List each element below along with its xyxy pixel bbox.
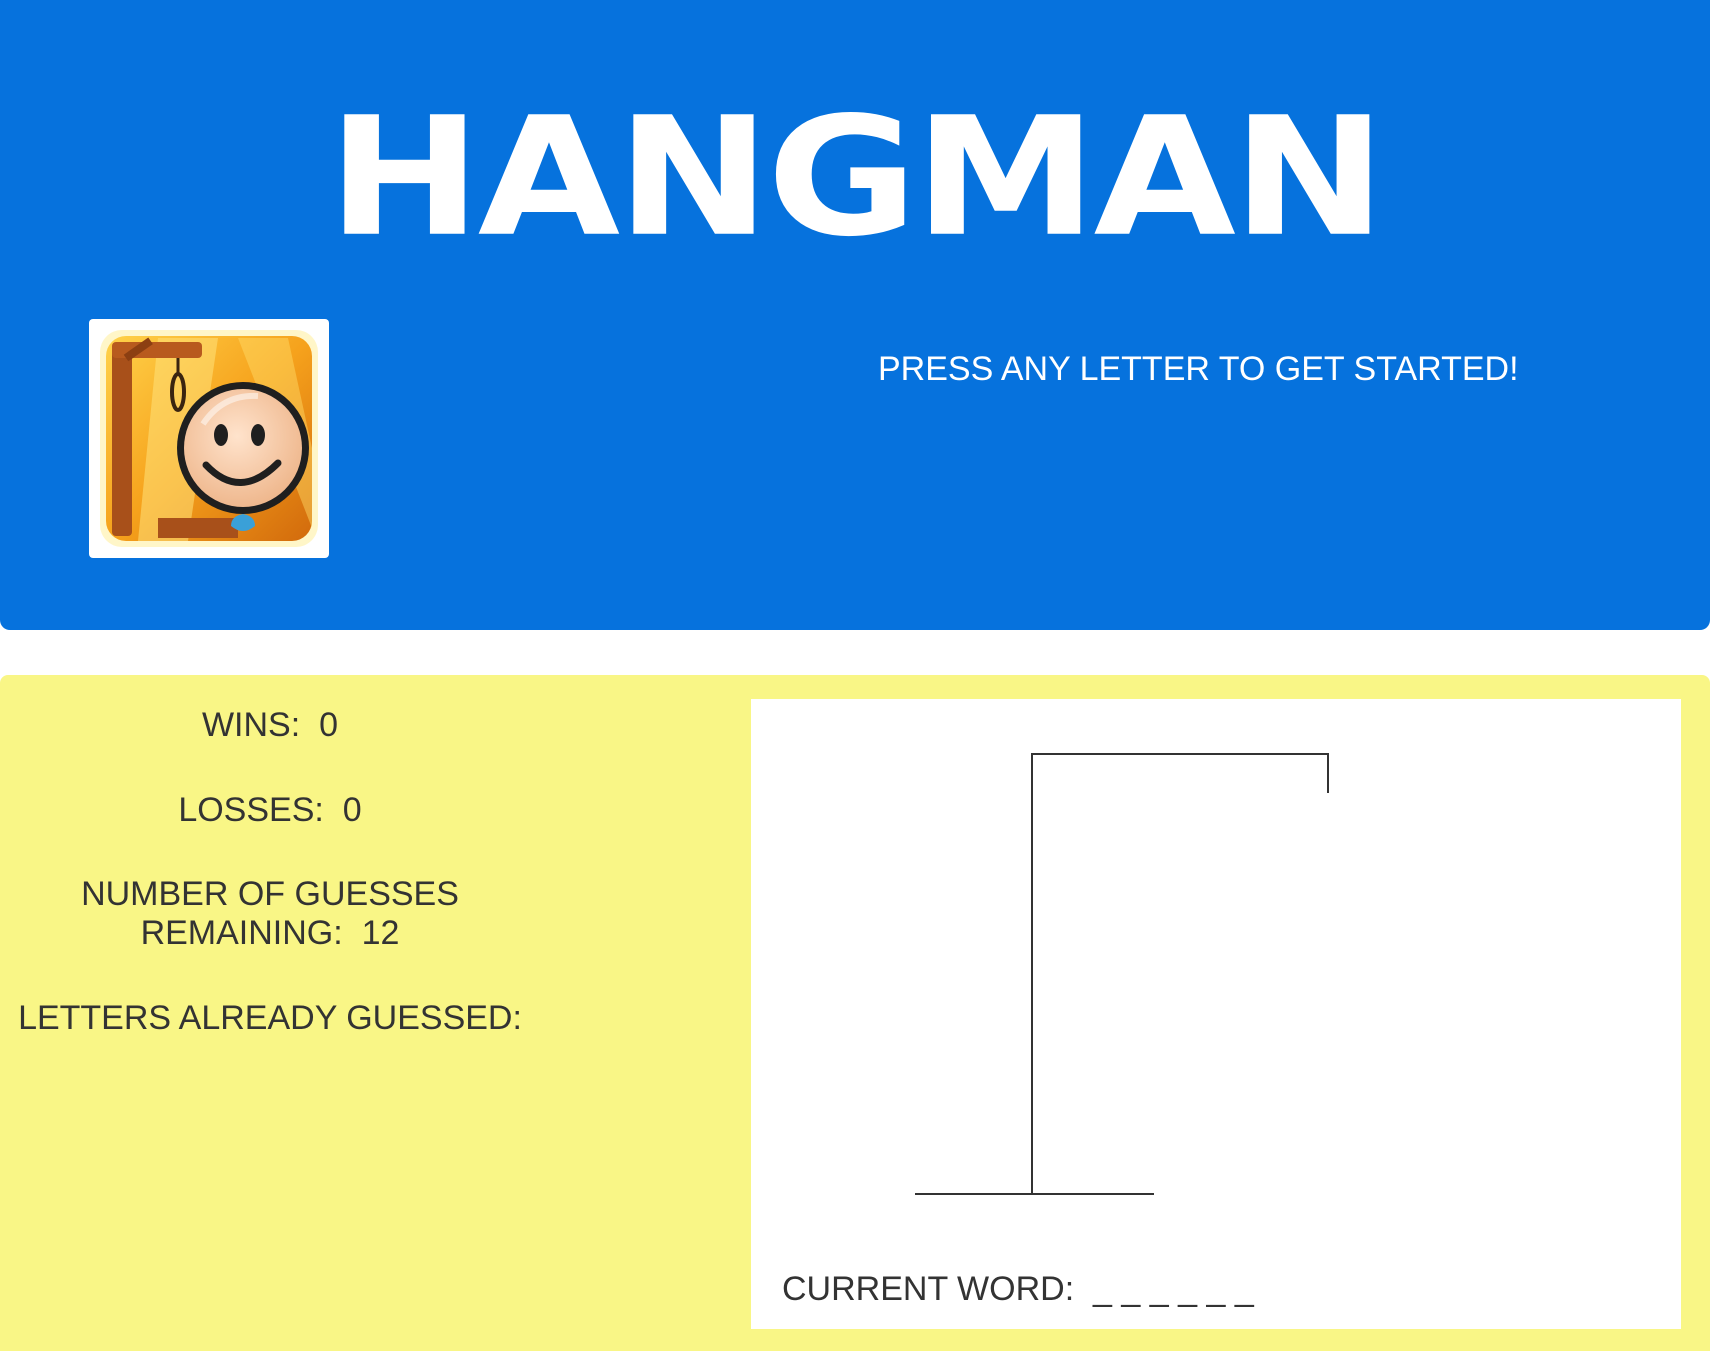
current-word: CURRENT WORD: _ _ _ _ _ _ — [782, 1269, 1254, 1309]
guesses-value: 12 — [361, 914, 400, 952]
hangman-board: CURRENT WORD: _ _ _ _ _ _ — [751, 699, 1681, 1329]
guesses-remaining-stat: NUMBER OF GUESSES REMAINING: 12 — [0, 875, 540, 953]
start-prompt: PRESS ANY LETTER TO GET STARTED! — [878, 350, 1519, 388]
gallows-drawing — [915, 753, 1329, 1195]
wins-label: WINS: — [201, 706, 301, 744]
guesses-label-line1: NUMBER OF GUESSES — [81, 875, 459, 913]
current-word-value: _ _ _ _ _ _ — [1093, 1270, 1254, 1308]
losses-label: LOSSES: — [178, 791, 324, 829]
letters-guessed-label: LETTERS ALREADY GUESSED: — [18, 999, 522, 1037]
losses-value: 0 — [342, 791, 362, 829]
wins-value: 0 — [319, 706, 339, 744]
page-title: HANGMAN — [327, 82, 1386, 274]
guesses-label-line2: REMAINING: — [140, 914, 343, 952]
wins-stat: WINS: 0 — [0, 706, 540, 745]
hangman-logo — [89, 319, 329, 558]
hangman-smiley-logo-icon — [100, 330, 318, 547]
header-banner: HANGMAN PRESS ANY LETTER TO GET STARTED! — [0, 0, 1710, 630]
game-panel: WINS: 0 LOSSES: 0 NUMBER OF GUESSES REMA… — [0, 675, 1710, 1351]
letters-guessed-stat: LETTERS ALREADY GUESSED: — [0, 999, 540, 1038]
current-word-label: CURRENT WORD: — [782, 1270, 1075, 1308]
losses-stat: LOSSES: 0 — [0, 791, 540, 830]
